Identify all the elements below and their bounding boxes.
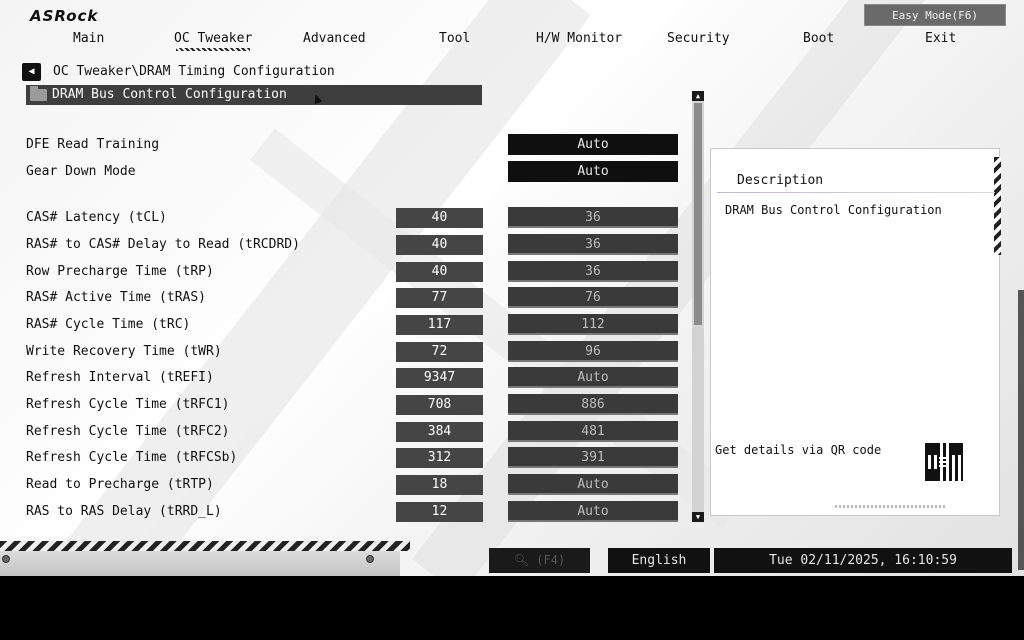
option-label-twr: Write Recovery Time (tWR) xyxy=(26,344,222,359)
submenu-label: DRAM Bus Control Configuration xyxy=(52,87,287,102)
option-label-trtp: Read to Precharge (tRTP) xyxy=(26,477,214,492)
screw-icon xyxy=(366,555,374,563)
datetime-display: Tue 02/11/2025, 16:10:59 xyxy=(714,548,1012,573)
metal-plate xyxy=(0,551,400,576)
current-value-tcl: 40 xyxy=(396,208,483,228)
tab-main[interactable]: Main xyxy=(73,31,104,46)
hazard-stripe xyxy=(0,541,410,551)
qr-hint: Get details via QR code xyxy=(715,443,882,457)
option-label-gear-down-mode: Gear Down Mode xyxy=(26,164,136,179)
divider xyxy=(717,192,995,193)
option-label-trp: Row Precharge Time (tRP) xyxy=(26,264,214,279)
screw-icon xyxy=(2,555,10,563)
tab-boot[interactable]: Boot xyxy=(803,31,834,46)
current-value-trfc1: 708 xyxy=(396,395,483,415)
asrock-logo: ASRock xyxy=(30,7,99,25)
back-arrow-icon: ◀ xyxy=(28,66,35,77)
option-label-trc: RAS# Cycle Time (tRC) xyxy=(26,317,191,332)
option-label-tras: RAS# Active Time (tRAS) xyxy=(26,290,207,305)
current-value-trtp: 18 xyxy=(396,475,483,495)
tab-security[interactable]: Security xyxy=(667,31,730,46)
description-text: DRAM Bus Control Configuration xyxy=(725,203,942,217)
description-panel: Description DRAM Bus Control Configurati… xyxy=(710,148,1001,516)
option-label-trfc2: Refresh Cycle Time (tRFC2) xyxy=(26,424,230,439)
current-value-trcdrd: 40 xyxy=(396,235,483,255)
current-value-trp: 40 xyxy=(396,262,483,282)
submenu-dram-bus-control[interactable]: DRAM Bus Control Configuration xyxy=(26,85,482,105)
setting-trc[interactable]: 112 xyxy=(508,314,678,335)
setting-dfe-read-training[interactable]: Auto xyxy=(508,134,678,155)
setting-trrd-l[interactable]: Auto xyxy=(508,501,678,522)
current-value-trefi: 9347 xyxy=(396,368,483,388)
option-label-dfe-read-training: DFE Read Training xyxy=(26,137,160,152)
setting-gear-down-mode[interactable]: Auto xyxy=(508,161,678,182)
current-value-trfcsb: 312 xyxy=(396,448,483,468)
scroll-up-arrow-icon[interactable]: ▲ xyxy=(692,91,704,101)
current-value-twr: 72 xyxy=(396,342,483,362)
tab-tool[interactable]: Tool xyxy=(439,31,470,46)
setting-trtp[interactable]: Auto xyxy=(508,474,678,495)
breadcrumb: OC Tweaker\DRAM Timing Configuration xyxy=(53,64,335,79)
hazard-stripe xyxy=(994,157,1001,255)
current-value-trc: 117 xyxy=(396,315,483,335)
back-button[interactable]: ◀ xyxy=(22,63,41,81)
qr-code-icon xyxy=(924,442,964,482)
description-title: Description xyxy=(737,173,824,188)
bios-screen: ASRock Easy Mode(F6) Main OC Tweaker Adv… xyxy=(0,0,1024,576)
setting-trfcsb[interactable]: 391 xyxy=(508,447,678,468)
tab-exit[interactable]: Exit xyxy=(925,31,956,46)
setting-trcdrd[interactable]: 36 xyxy=(508,234,678,255)
setting-trefi[interactable]: Auto xyxy=(508,367,678,388)
option-label-trfc1: Refresh Cycle Time (tRFC1) xyxy=(26,397,230,412)
search-icon: 🔍︎ xyxy=(513,553,530,567)
search-button[interactable]: 🔍︎ (F4) xyxy=(489,548,590,573)
current-value-trfc2: 384 xyxy=(396,422,483,442)
language-button[interactable]: English xyxy=(608,548,710,573)
search-shortcut: (F4) xyxy=(536,553,566,567)
scrollbar-thumb[interactable] xyxy=(694,103,702,325)
tab-oc-tweaker[interactable]: OC Tweaker xyxy=(174,31,252,51)
setting-trp[interactable]: 36 xyxy=(508,261,678,282)
setting-trfc2[interactable]: 481 xyxy=(508,421,678,442)
setting-twr[interactable]: 96 xyxy=(508,341,678,362)
scroll-down-arrow-icon[interactable]: ▼ xyxy=(692,512,704,522)
tab-advanced[interactable]: Advanced xyxy=(303,31,366,46)
current-value-tras: 77 xyxy=(396,288,483,308)
option-label-trcdrd: RAS# to CAS# Delay to Read (tRCDRD) xyxy=(26,237,300,252)
tab-hw-monitor[interactable]: H/W Monitor xyxy=(536,31,622,46)
option-label-trfcsb: Refresh Cycle Time (tRFCSb) xyxy=(26,450,238,465)
decorative-stripe xyxy=(835,505,945,508)
current-value-trrd-l: 12 xyxy=(396,502,483,522)
easy-mode-button[interactable]: Easy Mode(F6) xyxy=(864,4,1006,26)
main-tabs: Main OC Tweaker Advanced Tool H/W Monito… xyxy=(0,31,1024,53)
setting-tcl[interactable]: 36 xyxy=(508,207,678,228)
option-label-trrd-l: RAS to RAS Delay (tRRD_L) xyxy=(26,504,222,519)
decorative-edge xyxy=(1018,290,1024,570)
setting-tras[interactable]: 76 xyxy=(508,287,678,308)
option-label-trefi: Refresh Interval (tREFI) xyxy=(26,370,214,385)
setting-trfc1[interactable]: 886 xyxy=(508,394,678,415)
option-label-tcl: CAS# Latency (tCL) xyxy=(26,210,167,225)
folder-icon xyxy=(30,86,47,101)
